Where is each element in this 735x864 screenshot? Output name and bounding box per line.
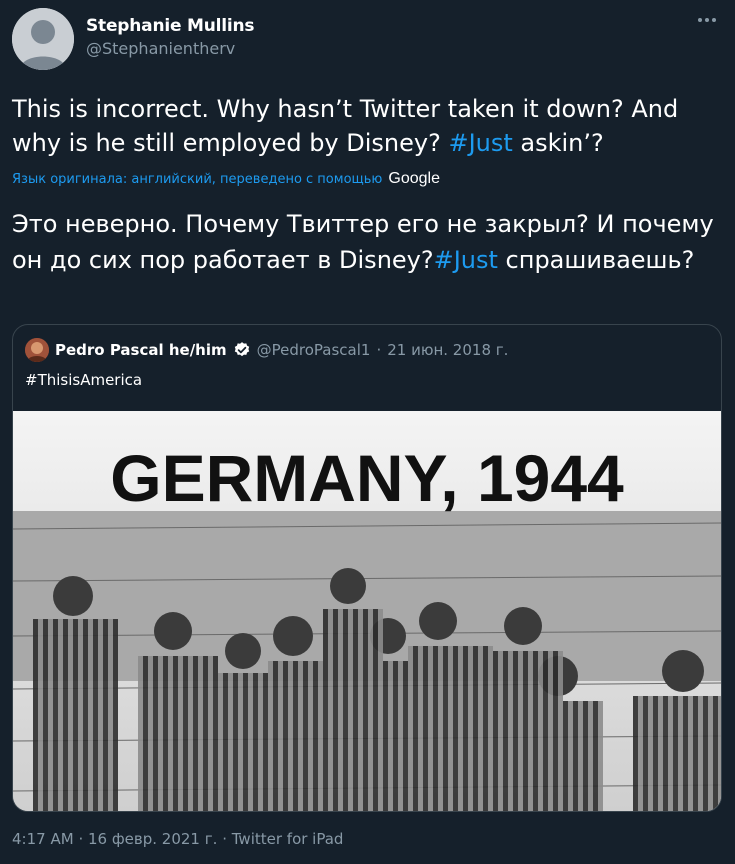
historical-photo: GERMANY, 1944 xyxy=(13,411,721,811)
author-handle[interactable]: @Stephanientherv xyxy=(86,39,235,58)
avatar-photo-icon xyxy=(25,338,49,362)
google-logo: Google xyxy=(388,170,440,187)
translated-hashtag-link[interactable]: #Just xyxy=(434,246,498,274)
quoted-tweet-card[interactable]: Pedro Pascal he/him @PedroPascal1 · 21 и… xyxy=(12,324,722,812)
quoted-tweet-text[interactable]: #ThisisAmerica xyxy=(25,371,142,389)
tweet-text-end: askin’? xyxy=(512,129,604,157)
tweet-date-link[interactable]: 16 февр. 2021 г. xyxy=(88,830,217,848)
more-button[interactable] xyxy=(695,8,719,32)
author-avatar[interactable] xyxy=(12,8,74,70)
translated-text: Это неверно. Почему Твиттер его не закры… xyxy=(12,206,722,278)
author-name[interactable]: Stephanie Mullins xyxy=(86,16,255,36)
tweet-text: This is incorrect. Why hasn’t Twitter ta… xyxy=(12,92,722,160)
verified-badge-icon xyxy=(233,341,251,359)
tweet-footer: 4:17 AM · 16 февр. 2021 г. · Twitter for… xyxy=(12,830,343,848)
tweet-client-link[interactable]: Twitter for iPad xyxy=(232,830,344,848)
translation-note: Язык оригинала: английский, переведено с… xyxy=(12,170,440,188)
quoted-meta-separator: · xyxy=(376,341,382,359)
more-horizontal-icon xyxy=(698,18,716,22)
default-avatar-icon xyxy=(12,8,74,70)
translation-note-text: Язык оригинала: английский, переведено с… xyxy=(12,171,383,187)
translated-text-end: спрашиваешь? xyxy=(497,246,695,274)
footer-separator: · xyxy=(78,830,84,848)
quoted-tweet-image[interactable]: GERMANY, 1944 xyxy=(13,411,721,811)
quoted-tweet-date[interactable]: 21 июн. 2018 г. xyxy=(387,341,508,359)
quoted-author-handle[interactable]: @PedroPascal1 xyxy=(257,341,371,359)
photo-caption-text: GERMANY, 1944 xyxy=(110,441,624,515)
tweet-time-link[interactable]: 4:17 AM xyxy=(12,830,74,848)
quoted-author-avatar[interactable] xyxy=(25,338,49,362)
quoted-tweet-header: Pedro Pascal he/him @PedroPascal1 · 21 и… xyxy=(25,337,508,363)
tweet-hashtag-link[interactable]: #Just xyxy=(448,129,512,157)
quoted-author-name[interactable]: Pedro Pascal he/him xyxy=(55,341,227,359)
footer-separator-2: · xyxy=(222,830,227,848)
